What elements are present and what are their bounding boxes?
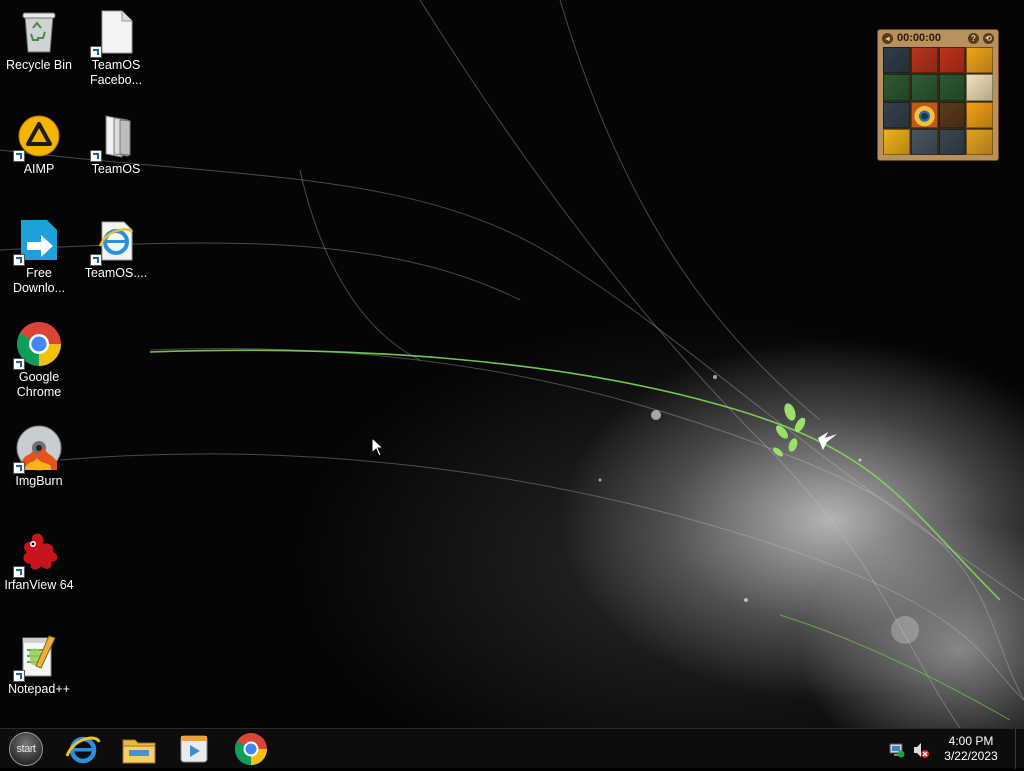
shortcut-arrow-icon (90, 46, 102, 58)
shortcut-arrow-icon (90, 150, 102, 162)
desktop-icon-label: IrfanView 64 (4, 578, 74, 592)
taskbar-app-internet-explorer[interactable] (65, 732, 101, 766)
taskbar: start 4:00 PM 3/22/2023 (0, 728, 1024, 769)
file-explorer-icon (122, 739, 156, 764)
desktop-icon-label: Notepad++ (8, 682, 70, 696)
puzzle-tile[interactable] (910, 101, 938, 128)
shortcut-arrow-icon (13, 566, 25, 578)
gadget-titlebar: ◂ 00:00:00 ? ⟲ (878, 30, 998, 46)
volume-muted-icon[interactable] (912, 741, 930, 759)
desktop-icon-teamos-ie-shortcut[interactable]: TeamOS.... (77, 216, 155, 281)
shortcut-arrow-icon (13, 150, 25, 162)
taskbar-clock[interactable]: 4:00 PM 3/22/2023 (936, 734, 1006, 764)
desktop-wallpaper (0, 0, 1024, 728)
desktop-icon-recycle-bin[interactable]: Recycle Bin (0, 8, 78, 73)
desktop-icon-notepad-plus-plus[interactable]: Notepad++ (0, 632, 78, 697)
puzzle-tile[interactable] (883, 101, 910, 128)
desktop-icon-imgburn[interactable]: ImgBurn (0, 424, 78, 489)
taskbar-app-google-chrome[interactable] (233, 732, 269, 766)
picture-puzzle-gadget[interactable]: ◂ 00:00:00 ? ⟲ (877, 29, 999, 161)
puzzle-tile[interactable] (938, 101, 966, 128)
desktop-icon-teamos-facebook[interactable]: TeamOS Facebo... (77, 8, 155, 88)
puzzle-tile[interactable] (883, 128, 910, 155)
desktop-icon-label: Google Chrome (16, 370, 62, 399)
desktop-icon-irfanview[interactable]: IrfanView 64 (0, 528, 78, 593)
puzzle-tile[interactable] (938, 47, 966, 74)
help-button[interactable]: ? (968, 32, 979, 44)
desktop-icon-label: ImgBurn (15, 474, 63, 488)
internet-explorer-icon (65, 736, 101, 764)
shortcut-arrow-icon (90, 254, 102, 266)
desktop-icon-label: Recycle Bin (6, 58, 72, 72)
bird-icon (818, 432, 837, 450)
desktop-icon-teamos[interactable]: TeamOS (77, 112, 155, 177)
puzzle-tile[interactable] (938, 128, 966, 155)
desktop-icon-free-download-manager[interactable]: Free Downlo... (0, 216, 78, 296)
puzzle-tile[interactable] (966, 128, 993, 155)
taskbar-app-file-explorer[interactable] (121, 732, 157, 766)
puzzle-tile[interactable] (910, 47, 938, 74)
mouse-pointer-icon (371, 437, 385, 457)
puzzle-tile[interactable] (910, 74, 938, 101)
desktop-icon-label: TeamOS.... (84, 266, 148, 280)
puzzle-tile[interactable] (966, 74, 993, 101)
shuffle-icon[interactable]: ⟲ (983, 32, 994, 44)
shortcut-arrow-icon (13, 670, 25, 682)
clock-date: 3/22/2023 (944, 749, 998, 763)
taskbar-app-media-player[interactable] (176, 732, 212, 766)
desktop-icon-aimp[interactable]: AIMP (0, 112, 78, 177)
puzzle-tile[interactable] (938, 74, 966, 101)
puzzle-grid (883, 47, 993, 155)
media-player-icon (180, 735, 208, 763)
puzzle-tile[interactable] (966, 101, 993, 128)
desktop-icon-label: TeamOS Facebo... (89, 58, 143, 87)
network-icon[interactable] (888, 741, 906, 759)
clock-time: 4:00 PM (948, 734, 994, 748)
gadget-timer: 00:00:00 (897, 32, 942, 44)
desktop-icon-label: Free Downlo... (12, 266, 66, 295)
chrome-icon (234, 733, 267, 766)
puzzle-tile[interactable] (966, 47, 993, 74)
show-desktop-button[interactable] (1015, 729, 1024, 769)
puzzle-tile[interactable] (883, 47, 910, 74)
desktop-icon-label: AIMP (23, 162, 55, 176)
shortcut-arrow-icon (13, 462, 25, 474)
recycle-bin-icon (22, 12, 56, 53)
shortcut-arrow-icon (13, 254, 25, 266)
desktop-icon-label: TeamOS (91, 162, 141, 176)
puzzle-tile[interactable] (910, 128, 938, 155)
puzzle-tile[interactable] (883, 74, 910, 101)
start-button[interactable]: start (9, 732, 43, 766)
desktop-icon-google-chrome[interactable]: Google Chrome (0, 320, 78, 400)
shortcut-arrow-icon (13, 358, 25, 370)
timer-toggle-icon[interactable]: ◂ (882, 32, 893, 44)
